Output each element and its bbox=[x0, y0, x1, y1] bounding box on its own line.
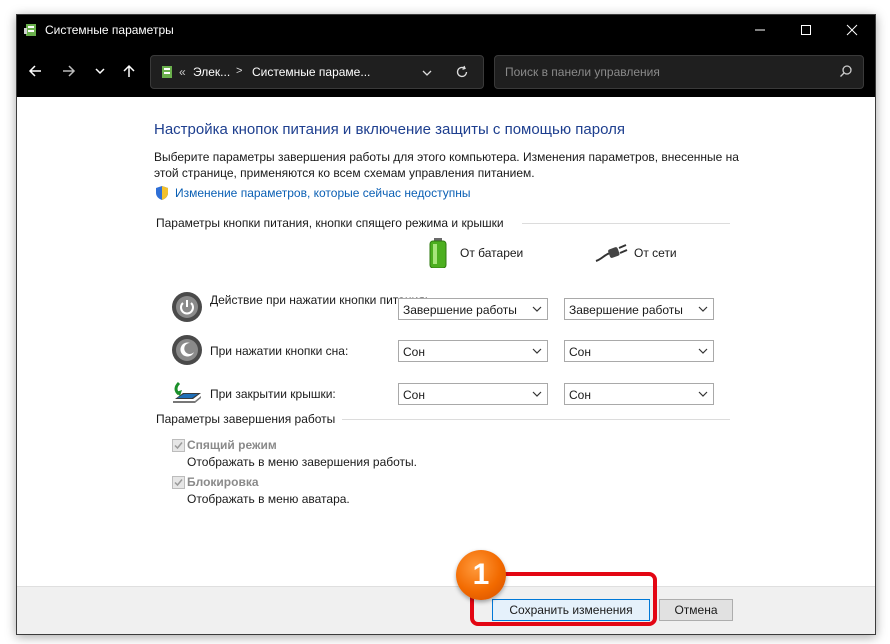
chevron-down-icon bbox=[698, 348, 708, 354]
system-settings-window: Системные параметры « Элек... > Системны… bbox=[16, 14, 876, 635]
control-panel-icon bbox=[162, 66, 172, 78]
sleep-button-ac-select[interactable]: Сон bbox=[564, 340, 714, 362]
chevron-down-icon[interactable] bbox=[421, 67, 433, 79]
lid-close-battery-select[interactable]: Сон bbox=[398, 383, 548, 405]
page-description: Выберите параметры завершения работы для… bbox=[154, 150, 739, 180]
shield-icon bbox=[156, 186, 168, 200]
select-value: Сон bbox=[569, 345, 591, 359]
hibernate-label: Спящий режим bbox=[187, 438, 277, 452]
arrow-up-icon bbox=[123, 64, 135, 77]
back-button[interactable] bbox=[22, 58, 48, 84]
select-value: Сон bbox=[403, 345, 425, 359]
select-value: Сон bbox=[403, 388, 425, 402]
battery-column-label: От батареи bbox=[460, 246, 524, 260]
chevron-down-icon bbox=[532, 348, 542, 354]
breadcrumb-separator: > bbox=[236, 65, 243, 77]
chevron-down-icon bbox=[532, 391, 542, 397]
cancel-button[interactable]: Отмена bbox=[659, 599, 733, 621]
ac-column-header: От сети bbox=[594, 243, 677, 263]
step-badge: 1 bbox=[456, 550, 506, 600]
close-button[interactable] bbox=[829, 15, 875, 45]
breadcrumb-item-2[interactable]: Системные параме... bbox=[252, 65, 370, 79]
chevron-down-icon bbox=[698, 306, 708, 312]
minimize-button[interactable] bbox=[737, 15, 783, 45]
section-divider bbox=[522, 223, 730, 224]
lid-close-label: При закрытии крышки: bbox=[210, 387, 336, 401]
arrow-right-icon bbox=[63, 65, 76, 77]
power-button-ac-select[interactable]: Завершение работы bbox=[564, 298, 714, 320]
power-button-action-label: Действие при нажатии кнопки питания: bbox=[210, 293, 429, 307]
battery-icon bbox=[429, 238, 447, 268]
close-icon bbox=[846, 24, 858, 36]
chevron-down-icon bbox=[95, 68, 105, 75]
window-title: Системные параметры bbox=[45, 23, 174, 37]
change-unavailable-settings-link[interactable]: Изменение параметров, которые сейчас нед… bbox=[175, 186, 471, 200]
lock-label: Блокировка bbox=[187, 475, 259, 489]
search-icon[interactable] bbox=[839, 64, 853, 78]
arrow-left-icon bbox=[28, 65, 41, 77]
power-buttons-section-title: Параметры кнопки питания, кнопки спящего… bbox=[156, 216, 504, 230]
checkmark-icon bbox=[174, 442, 183, 450]
maximize-button[interactable] bbox=[783, 15, 829, 45]
laptop-lid-icon bbox=[173, 381, 201, 403]
control-panel-icon bbox=[24, 24, 36, 36]
hibernate-checkbox[interactable] bbox=[172, 439, 185, 452]
sleep-button-label: При нажатии кнопки сна: bbox=[210, 344, 349, 358]
section-divider bbox=[342, 419, 730, 420]
power-plug-icon bbox=[595, 244, 628, 262]
battery-column-header: От батареи bbox=[428, 238, 523, 268]
select-value: Завершение работы bbox=[569, 303, 683, 317]
checkmark-icon bbox=[174, 479, 183, 487]
shutdown-section-title: Параметры завершения работы bbox=[156, 412, 336, 426]
chevron-down-icon bbox=[532, 306, 542, 312]
chevron-down-icon bbox=[698, 391, 708, 397]
breadcrumb-overflow[interactable]: « bbox=[179, 65, 186, 79]
sleep-button-battery-select[interactable]: Сон bbox=[398, 340, 548, 362]
page-title: Настройка кнопок питания и включение защ… bbox=[154, 121, 625, 138]
lock-checkbox[interactable] bbox=[172, 476, 185, 489]
forward-button[interactable] bbox=[56, 58, 82, 84]
title-bar: Системные параметры bbox=[17, 15, 875, 45]
power-button-battery-select[interactable]: Завершение работы bbox=[398, 298, 548, 320]
lock-description: Отображать в меню аватара. bbox=[187, 492, 350, 506]
footer-bar: Сохранить изменения Отмена bbox=[17, 586, 875, 634]
up-button[interactable] bbox=[116, 58, 142, 84]
recent-locations-button[interactable] bbox=[87, 58, 113, 84]
ac-column-label: От сети bbox=[634, 246, 677, 260]
breadcrumb-item-1[interactable]: Элек... bbox=[193, 65, 230, 79]
minimize-icon bbox=[755, 29, 765, 31]
navigation-bar: « Элек... > Системные параме... Поиск в … bbox=[17, 45, 875, 97]
address-bar[interactable]: « Элек... > Системные параме... bbox=[150, 55, 484, 89]
power-button-icon bbox=[172, 292, 202, 322]
select-value: Сон bbox=[569, 388, 591, 402]
hibernate-description: Отображать в меню завершения работы. bbox=[187, 455, 418, 469]
lid-close-ac-select[interactable]: Сон bbox=[564, 383, 714, 405]
select-value: Завершение работы bbox=[403, 303, 517, 317]
refresh-icon[interactable] bbox=[455, 65, 469, 79]
content-area: Настройка кнопок питания и включение защ… bbox=[17, 97, 875, 634]
sleep-button-icon bbox=[172, 335, 202, 365]
search-placeholder: Поиск в панели управления bbox=[505, 65, 660, 79]
maximize-icon bbox=[801, 25, 811, 35]
search-input[interactable]: Поиск в панели управления bbox=[494, 55, 864, 89]
